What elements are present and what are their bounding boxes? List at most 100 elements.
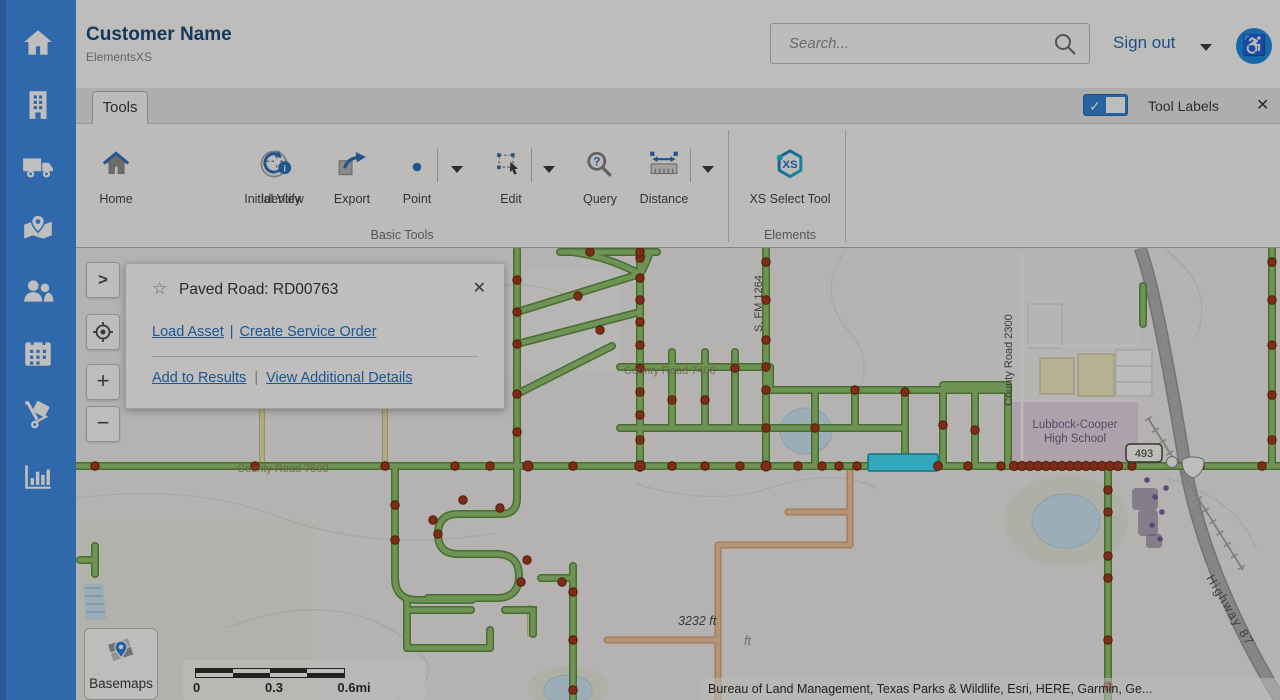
tan-roads [607,470,850,700]
zoom-in-button[interactable]: + [86,364,120,400]
users-icon[interactable] [21,274,55,308]
tool-identify-button[interactable]: i Identify [249,138,313,230]
svg-text:XS: XS [782,159,798,171]
svg-text:493: 493 [1135,448,1153,460]
scale-bar [195,668,345,678]
purple-features [1132,477,1169,548]
label-county-road-7400: County Road 7400 [624,365,716,377]
tool-edit-button[interactable]: Edit [488,138,534,230]
tool-query-button[interactable]: ? Query [572,138,628,230]
split-divider [437,148,438,182]
expand-panel-button[interactable]: > [86,262,120,298]
view-additional-details-link[interactable]: View Additional Details [266,370,412,386]
tab-strip: Tools ✓ Tool Labels ✕ [76,88,1280,124]
label-highway-87: Highway 87 [1203,572,1256,648]
basemaps-label: Basemaps [85,676,157,691]
query-icon: ? [572,138,628,180]
basemaps-button[interactable]: Basemaps [84,628,158,700]
school-label-line1: Lubbock-Cooper [1032,419,1117,431]
customer-name-title: Customer Name [86,24,232,46]
add-to-results-link[interactable]: Add to Results [152,370,246,386]
tool-labels-toggle[interactable]: ✓ [1083,94,1128,116]
locate-button[interactable] [86,314,120,350]
check-icon: ✓ [1089,96,1101,116]
group-divider [845,130,846,242]
sign-out-button[interactable]: Sign out [1113,33,1175,53]
truck-icon[interactable] [21,150,55,184]
zoom-out-button[interactable]: − [86,406,120,442]
identify-popup: ☆ Paved Road: RD00763 ✕ Load Asset | Creat… [125,263,505,409]
scale-bar-panel: 0 0.3 0.6mi [183,660,425,700]
toggle-knob [1106,97,1125,113]
search-input[interactable] [771,24,1051,63]
tool-distance-button[interactable]: Distance [632,138,696,230]
split-divider [531,148,532,182]
label-ft-partial: ft [744,634,751,648]
scale-tick-0: 0 [193,680,200,695]
svg-text:i: i [283,163,286,174]
favorite-star-icon[interactable]: ☆ [152,279,167,299]
header: Customer Name ElementsXS Sign out ♿ [76,0,1280,88]
group-caption-elements: Elements [730,228,850,242]
create-service-order-link[interactable]: Create Service Order [240,324,377,340]
svg-text:?: ? [593,156,600,169]
sign-out-caret-icon[interactable] [1200,44,1212,51]
home-tool-icon [88,138,144,180]
scale-tick-max: 0.6mi [331,680,377,695]
tool-point-button[interactable]: Point [394,138,440,230]
sidebar [0,0,76,700]
popup-divider [152,356,478,357]
tool-xs-select-button[interactable]: XS XS Select Tool [745,138,835,230]
tool-labels-label: Tool Labels [1148,88,1219,124]
point-icon [394,138,440,180]
home-icon[interactable] [21,26,55,60]
load-asset-link[interactable]: Load Asset [152,324,224,340]
edit-dropdown-caret[interactable] [539,160,559,180]
locate-icon [92,321,114,343]
label-county-road-2300: County Road 2300 [1003,314,1015,406]
close-icon[interactable]: ✕ [1256,88,1269,124]
popup-actions-row1: Load Asset | Create Service Order [152,324,377,340]
tool-export-button[interactable]: Export [322,138,382,230]
sidebar-edge [0,0,6,700]
map-attribution: Bureau of Land Management, Texas Parks &… [700,678,1280,700]
point-dropdown-caret[interactable] [447,160,467,180]
identify-icon: i [249,138,313,180]
export-icon [322,138,382,180]
search-icon[interactable] [1053,32,1077,56]
railroad [1148,418,1243,570]
map-viewport: Lubbock-Cooper High School [76,248,1280,700]
search-box [770,23,1090,64]
basemaps-icon [104,635,138,669]
distance-icon [632,138,696,180]
distance-dropdown-caret[interactable] [698,160,718,180]
split-divider [690,148,691,182]
popup-close-icon[interactable]: ✕ [473,278,486,298]
link-separator: | [254,370,258,386]
tool-home-button[interactable]: Home [88,138,144,230]
tab-tools[interactable]: Tools [92,91,148,124]
route-493-badge: 493 [1126,444,1162,462]
label-3232-ft: 3232 ft [678,614,717,628]
handtruck-icon[interactable] [21,398,55,432]
link-separator: | [230,324,234,340]
label-s-fm-1264: S. FM 1264 [753,275,765,332]
school-zone: Lubbock-Cooper High School [1012,402,1138,464]
calendar-icon[interactable] [21,336,55,370]
school-label-line2: High School [1044,433,1106,445]
highway-87 [1140,248,1280,700]
selected-road-segment[interactable] [868,454,938,471]
popup-actions-row2: Add to Results | View Additional Details [152,370,413,386]
bar-chart-icon[interactable] [21,460,55,494]
scale-tick-mid: 0.3 [259,680,289,695]
building-icon[interactable] [21,88,55,122]
xs-select-tool-icon: XS [745,138,835,180]
group-divider [728,130,729,242]
elementsxs-app: Customer Name ElementsXS Sign out ♿ Tool… [0,0,1280,700]
edit-icon [488,138,534,180]
group-caption-basic-tools: Basic Tools [342,228,462,242]
popup-title: Paved Road: RD00763 [179,281,338,299]
map-icon[interactable] [21,212,55,246]
accessibility-icon[interactable]: ♿ [1236,28,1272,64]
app-subtitle: ElementsXS [86,50,152,64]
